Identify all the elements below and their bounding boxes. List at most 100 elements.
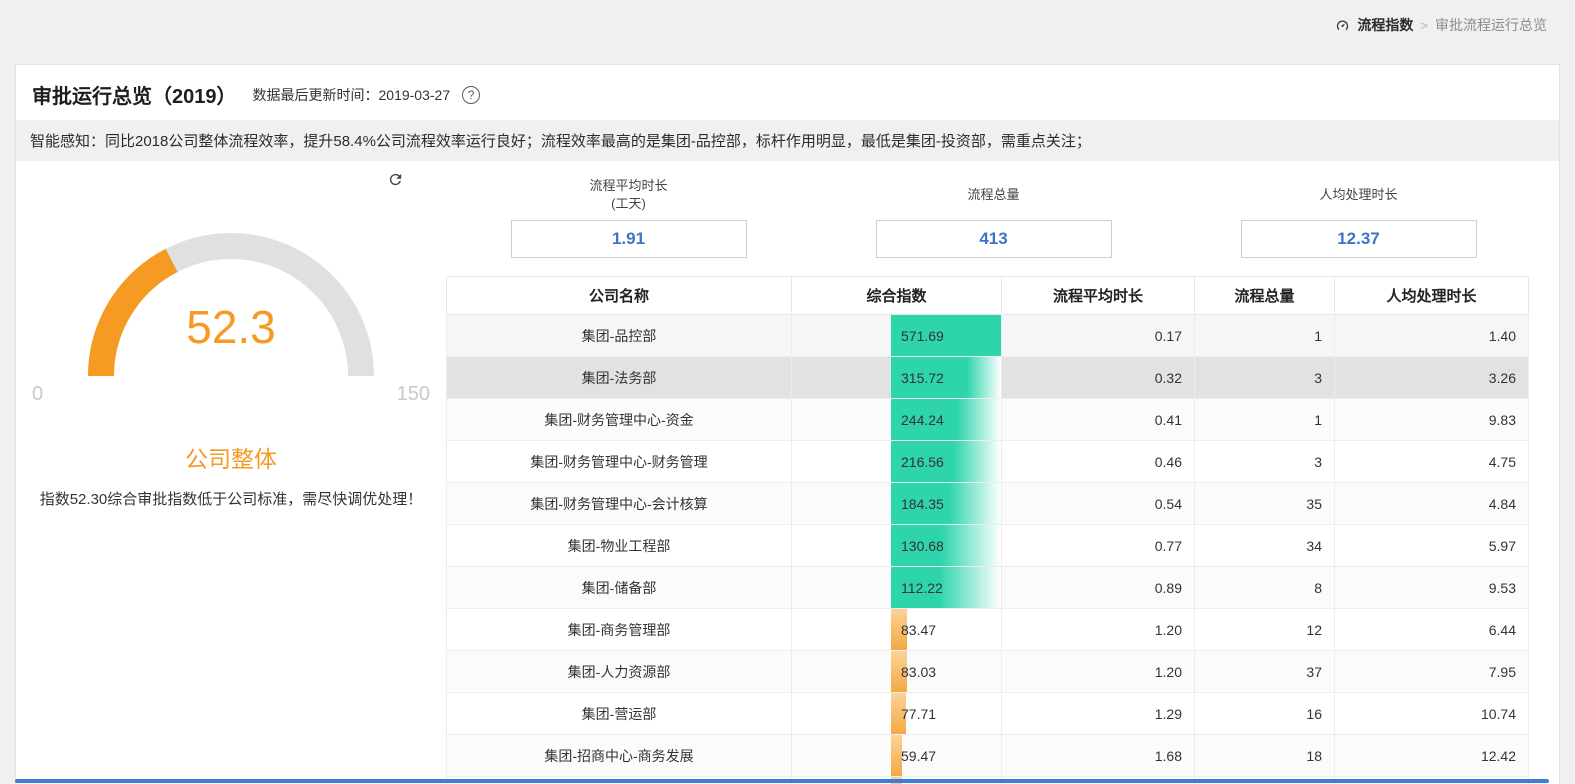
avg-duration-cell: 0.17 [1002, 315, 1195, 357]
index-value: 315.72 [901, 370, 944, 386]
per-capita-cell: 9.83 [1335, 399, 1529, 441]
index-value: 130.68 [901, 538, 944, 554]
card-header: 审批运行总览（2019） 数据最后更新时间： 2019-03-27 ? [16, 65, 1559, 120]
help-icon[interactable]: ? [462, 86, 480, 104]
total-count-cell: 16 [1195, 693, 1335, 735]
per-capita-cell: 10.74 [1335, 693, 1529, 735]
index-value: 59.47 [901, 748, 936, 764]
composite-index-cell: 244.24 [792, 399, 1002, 441]
index-value: 83.03 [901, 664, 936, 680]
kpi-label: 人均处理时长 [1319, 186, 1397, 204]
gauge-title: 公司整体 [16, 440, 446, 474]
company-name-cell: 集团-营运部 [447, 693, 792, 735]
company-name-cell: 集团-人力资源部 [447, 651, 792, 693]
avg-duration-cell: 0.77 [1002, 525, 1195, 567]
main-card: 审批运行总览（2019） 数据最后更新时间： 2019-03-27 ? 智能感知… [15, 64, 1560, 784]
column-header-avg-duration: 流程平均时长 [1002, 277, 1195, 315]
index-value: 244.24 [901, 412, 944, 428]
gauge-chart: 52.3 [71, 216, 391, 393]
table-row[interactable]: 集团-物业工程部 130.68 0.77345.97 [447, 525, 1529, 567]
gauge-panel: 52.3 0 150 公司整体 指数52.30综合审批指数低于公司标准，需尽快调… [16, 161, 446, 784]
composite-index-cell: 83.47 [792, 609, 1002, 651]
avg-duration-cell: 0.32 [1002, 357, 1195, 399]
kpi-label: 流程总量 [967, 186, 1019, 204]
kpi-value-box: 413 [876, 220, 1112, 258]
composite-index-cell: 571.69 [792, 315, 1002, 357]
company-index-table: 公司名称 综合指数 流程平均时长 流程总量 人均处理时长 集团-品控部 571.6… [446, 276, 1529, 784]
composite-index-cell: 77.71 [792, 693, 1002, 735]
avg-duration-cell: 0.46 [1002, 441, 1195, 483]
breadcrumb: 流程指数 > 审批流程运行总览 [1335, 15, 1547, 35]
table-header-row: 公司名称 综合指数 流程平均时长 流程总量 人均处理时长 [447, 277, 1529, 315]
avg-duration-cell: 1.20 [1002, 609, 1195, 651]
company-name-cell: 集团-财务管理中心-会计核算 [447, 483, 792, 525]
total-count-cell: 1 [1195, 315, 1335, 357]
index-value: 83.47 [901, 622, 936, 638]
total-count-cell: 8 [1195, 567, 1335, 609]
kpi-sublabel: (工天) [611, 195, 646, 213]
table-row[interactable]: 集团-人力资源部83.031.20377.95 [447, 651, 1529, 693]
kpi-value-box: 12.37 [1241, 220, 1477, 258]
kpi-avg-duration: 流程平均时长 (工天) 1.91 [446, 175, 811, 258]
kpi-label: 流程平均时长 [589, 177, 667, 195]
total-count-cell: 34 [1195, 525, 1335, 567]
total-count-cell: 3 [1195, 441, 1335, 483]
composite-index-cell: 59.47 [792, 735, 1002, 777]
per-capita-cell: 9.53 [1335, 567, 1529, 609]
avg-duration-cell: 0.41 [1002, 399, 1195, 441]
company-name-cell: 集团-储备部 [447, 567, 792, 609]
company-name-cell: 集团-品控部 [447, 315, 792, 357]
last-updated-label: 数据最后更新时间： [253, 85, 379, 105]
company-name-cell: 集团-财务管理中心-资金 [447, 399, 792, 441]
total-count-cell: 35 [1195, 483, 1335, 525]
column-header-company-name: 公司名称 [447, 277, 792, 315]
gauge-dashboard-icon [1335, 18, 1350, 33]
table-row[interactable]: 集团-招商中心-商务发展 59.47 1.681812.42 [447, 735, 1529, 777]
composite-index-cell: 83.03 [792, 651, 1002, 693]
composite-index-cell: 184.35 [792, 483, 1002, 525]
kpi-per-capita-duration: 人均处理时长 12.37 [1176, 175, 1541, 258]
column-header-per-capita: 人均处理时长 [1335, 277, 1529, 315]
gauge-value: 52.3 [71, 300, 391, 354]
kpi-row: 流程平均时长 (工天) 1.91 流程总量 413 人均处理时长 [446, 175, 1541, 258]
topbar: 流程指数 > 审批流程运行总览 [0, 0, 1575, 50]
per-capita-cell: 3.26 [1335, 357, 1529, 399]
gauge-max-label: 150 [397, 383, 430, 406]
table-row[interactable]: 集团-营运部 77.71 1.291610.74 [447, 693, 1529, 735]
total-count-cell: 3 [1195, 357, 1335, 399]
per-capita-cell: 1.40 [1335, 315, 1529, 357]
table-row[interactable]: 集团-财务管理中心-会计核算184.350.54354.84 [447, 483, 1529, 525]
refresh-icon[interactable] [387, 171, 404, 188]
avg-duration-cell: 0.54 [1002, 483, 1195, 525]
total-count-cell: 1 [1195, 399, 1335, 441]
company-name-cell: 集团-法务部 [447, 357, 792, 399]
kpi-total-count: 流程总量 413 [811, 175, 1176, 258]
table-row[interactable]: 集团-品控部 571.69 0.1711.40 [447, 315, 1529, 357]
breadcrumb-separator: > [1420, 18, 1428, 33]
index-value: 571.69 [901, 328, 944, 344]
table-row[interactable]: 集团-法务部 315.72 0.3233.26 [447, 357, 1529, 399]
horizontal-scrollbar-thumb[interactable] [15, 779, 1549, 783]
per-capita-cell: 7.95 [1335, 651, 1529, 693]
right-panel: 流程平均时长 (工天) 1.91 流程总量 413 人均处理时长 [446, 161, 1559, 784]
table-row[interactable]: 集团-财务管理中心-财务管理216.560.4634.75 [447, 441, 1529, 483]
composite-index-cell: 130.68 [792, 525, 1002, 567]
company-name-cell: 集团-招商中心-商务发展 [447, 735, 792, 777]
breadcrumb-section[interactable]: 流程指数 [1357, 15, 1413, 35]
table-row[interactable]: 集团-储备部112.220.8989.53 [447, 567, 1529, 609]
index-value: 184.35 [901, 496, 944, 512]
breadcrumb-current-page: 审批流程运行总览 [1435, 15, 1547, 35]
index-value: 77.71 [901, 706, 936, 722]
table-row[interactable]: 集团-财务管理中心-资金 244.24 0.4119.83 [447, 399, 1529, 441]
avg-duration-cell: 1.29 [1002, 693, 1195, 735]
per-capita-cell: 5.97 [1335, 525, 1529, 567]
avg-duration-cell: 0.89 [1002, 567, 1195, 609]
avg-duration-cell: 1.68 [1002, 735, 1195, 777]
total-count-cell: 18 [1195, 735, 1335, 777]
company-name-cell: 集团-物业工程部 [447, 525, 792, 567]
per-capita-cell: 6.44 [1335, 609, 1529, 651]
last-updated-date: 2019-03-27 [379, 87, 451, 103]
table-row[interactable]: 集团-商务管理部83.471.20126.44 [447, 609, 1529, 651]
index-value: 216.56 [901, 454, 944, 470]
per-capita-cell: 12.42 [1335, 735, 1529, 777]
